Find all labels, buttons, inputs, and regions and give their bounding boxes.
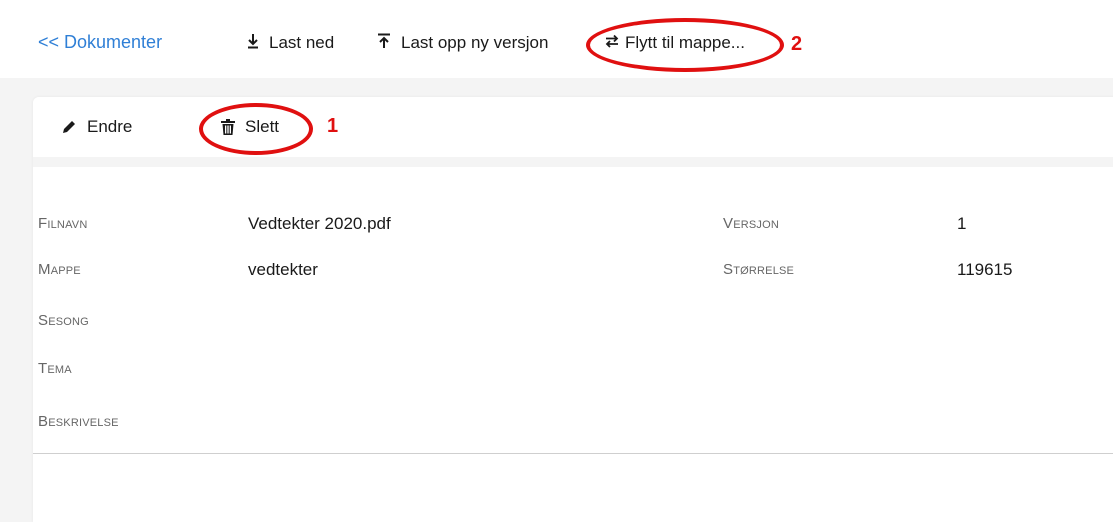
folder-value: vedtekter	[248, 260, 318, 279]
filename-label: Filnavn	[38, 215, 88, 232]
upload-new-version-button[interactable]: Last opp ny versjon	[377, 33, 548, 53]
pencil-icon	[61, 119, 77, 135]
trash-icon	[221, 119, 235, 135]
annotation-number-1: 1	[327, 115, 339, 137]
toolbar-divider	[33, 157, 1113, 167]
delete-button[interactable]: Slett	[221, 117, 279, 137]
size-label: Størrelse	[723, 261, 795, 278]
description-label: Beskrivelse	[38, 413, 119, 430]
version-value: 1	[957, 214, 967, 233]
version-label: Versjon	[723, 215, 780, 232]
edit-button[interactable]: Endre	[61, 117, 132, 137]
upload-icon	[377, 33, 391, 53]
folder-label: Mappe	[38, 261, 81, 278]
annotation-number-2: 2	[791, 33, 803, 55]
download-icon	[247, 33, 259, 53]
season-label: Sesong	[38, 312, 89, 329]
details-bottom-divider	[33, 453, 1113, 454]
download-label: Last ned	[269, 33, 335, 52]
size-value: 119615	[957, 260, 1013, 279]
move-to-folder-button[interactable]: Flytt til mappe...	[605, 33, 745, 53]
filename-value: Vedtekter 2020.pdf	[248, 214, 391, 233]
top-action-bar: << Dokumenter Last ned Last opp ny versj…	[0, 0, 1113, 78]
upload-new-version-label: Last opp ny versjon	[401, 33, 549, 52]
move-to-folder-label: Flytt til mappe...	[625, 33, 745, 52]
document-details-panel: Endre Slett Filnavn Vedtekter 2020.pdf M…	[33, 97, 1113, 522]
download-button[interactable]: Last ned	[247, 33, 334, 53]
panel-toolbar: Endre Slett	[33, 97, 1113, 157]
back-to-documents-link[interactable]: << Dokumenter	[38, 32, 162, 53]
edit-label: Endre	[87, 117, 133, 136]
theme-label: Tema	[38, 360, 72, 377]
delete-label: Slett	[245, 117, 280, 136]
swap-arrows-icon	[605, 34, 619, 52]
